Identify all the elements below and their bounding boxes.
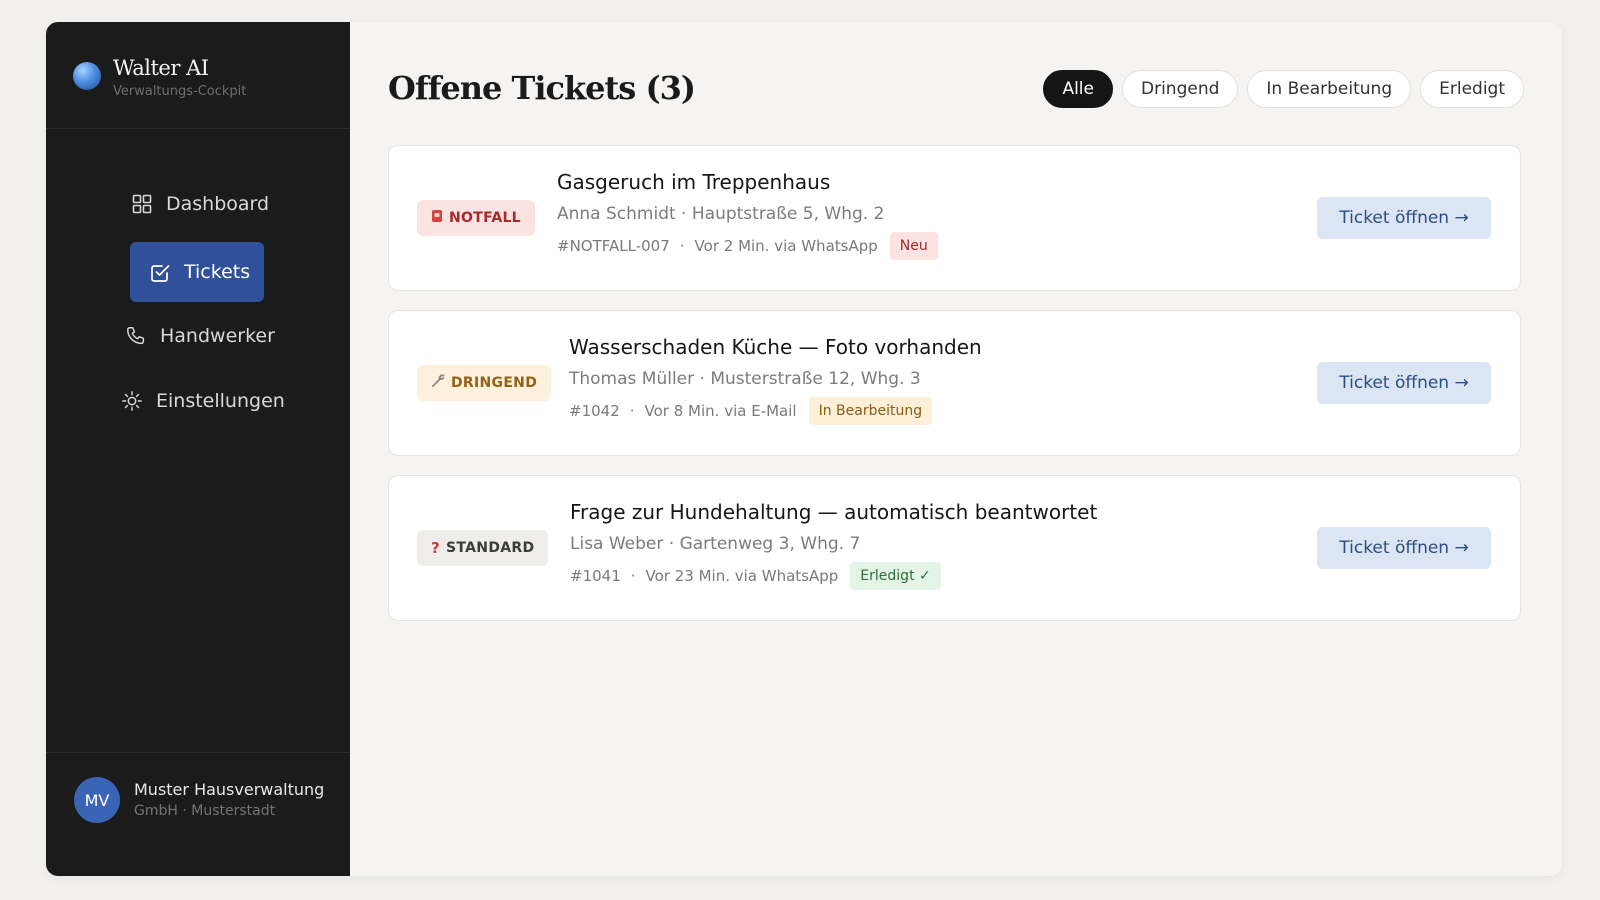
alarm-icon <box>431 209 443 227</box>
sidebar-item-handwerker[interactable]: Handwerker <box>124 306 275 366</box>
priority-badge: NOTFALL <box>417 200 535 236</box>
filter-chip-dringend[interactable]: Dringend <box>1122 70 1239 108</box>
ticket-meta: Lisa Weber · Gartenweg 3, Whg. 7 <box>570 534 861 554</box>
ticket-body: Gasgeruch im Treppenhaus Anna Schmidt · … <box>557 170 938 260</box>
phone-icon <box>124 324 148 348</box>
separator-dot: · <box>629 402 635 420</box>
filter-chip-in-bearbeitung[interactable]: In Bearbeitung <box>1247 70 1412 108</box>
separator-dot: · <box>630 567 636 585</box>
app-window: Walter AI Verwaltungs-Cockpit Dashboard <box>46 22 1562 876</box>
priority-label: STANDARD <box>446 540 535 556</box>
ticket-body: Wasserschaden Küche — Foto vorhanden Tho… <box>569 335 982 425</box>
ticket-meta: Thomas Müller · Musterstraße 12, Whg. 3 <box>569 369 921 389</box>
ticket-id: #1042 <box>569 402 620 420</box>
ticket-footer: #1042 · Vor 8 Min. via E-Mail In Bearbei… <box>569 397 982 425</box>
brand: Walter AI Verwaltungs-Cockpit <box>46 22 350 129</box>
sidebar: Walter AI Verwaltungs-Cockpit Dashboard <box>46 22 350 876</box>
grid-icon <box>130 192 154 216</box>
ticket-footer: #1041 · Vor 23 Min. via WhatsApp Erledig… <box>570 562 1097 590</box>
filter-chip-erledigt[interactable]: Erledigt <box>1420 70 1524 108</box>
ticket-time: Vor 2 Min. via WhatsApp <box>694 237 878 255</box>
ticket-id: #NOTFALL-007 <box>557 237 670 255</box>
brand-subtitle: Verwaltungs-Cockpit <box>113 84 247 99</box>
separator-dot: · <box>679 237 685 255</box>
ticket-meta: Anna Schmidt · Hauptstraße 5, Whg. 2 <box>557 204 885 224</box>
filter-bar: Alle Dringend In Bearbeitung Erledigt <box>1043 70 1524 108</box>
ticket-time: Vor 23 Min. via WhatsApp <box>645 567 839 585</box>
page-title: Offene Tickets (3) <box>388 69 696 107</box>
ticket-card: ? STANDARD Frage zur Hundehaltung — auto… <box>388 475 1521 621</box>
ticket-title: Frage zur Hundehaltung — automatisch bea… <box>570 500 1098 524</box>
sun-gear-icon <box>120 389 144 413</box>
account-panel[interactable]: MV Muster Hausverwaltung GmbH · Musterst… <box>46 752 350 876</box>
question-icon: ? <box>431 539 441 557</box>
status-badge: Neu <box>889 232 938 260</box>
sidebar-item-dashboard[interactable]: Dashboard <box>130 174 269 234</box>
sidebar-item-label: Einstellungen <box>156 390 285 412</box>
ticket-time: Vor 8 Min. via E-Mail <box>644 402 797 420</box>
sidebar-item-label: Tickets <box>184 261 251 283</box>
ticket-title: Wasserschaden Küche — Foto vorhanden <box>569 335 982 359</box>
status-badge: In Bearbeitung <box>808 397 933 425</box>
avatar: MV <box>74 777 120 823</box>
brand-title: Walter AI <box>113 56 209 80</box>
priority-badge: ? STANDARD <box>417 530 549 566</box>
ticket-title: Gasgeruch im Treppenhaus <box>557 170 831 194</box>
wrench-icon <box>431 374 445 392</box>
sidebar-item-label: Handwerker <box>160 325 275 347</box>
ticket-card: DRINGEND Wasserschaden Küche — Foto vorh… <box>388 310 1521 456</box>
ticket-list: NOTFALL Gasgeruch im Treppenhaus Anna Sc… <box>388 145 1521 640</box>
ticket-body: Frage zur Hundehaltung — automatisch bea… <box>570 500 1097 590</box>
check-square-icon <box>148 260 172 284</box>
open-ticket-button[interactable]: Ticket öffnen → <box>1317 527 1491 569</box>
status-badge: Erledigt ✓ <box>850 562 941 590</box>
main-content: Offene Tickets (3) Alle Dringend In Bear… <box>350 22 1562 876</box>
sidebar-item-tickets[interactable]: Tickets <box>130 242 264 302</box>
ticket-card: NOTFALL Gasgeruch im Treppenhaus Anna Sc… <box>388 145 1521 291</box>
ticket-footer: #NOTFALL-007 · Vor 2 Min. via WhatsApp N… <box>557 232 938 260</box>
filter-chip-alle[interactable]: Alle <box>1043 70 1113 108</box>
account-subtitle: GmbH · Musterstadt <box>134 803 276 819</box>
logo-orb-icon <box>73 62 101 90</box>
open-ticket-button[interactable]: Ticket öffnen → <box>1317 197 1491 239</box>
ticket-id: #1041 <box>570 567 621 585</box>
sidebar-item-label: Dashboard <box>166 193 270 215</box>
priority-label: NOTFALL <box>449 210 521 226</box>
priority-badge: DRINGEND <box>417 365 552 401</box>
priority-label: DRINGEND <box>451 375 538 391</box>
open-ticket-button[interactable]: Ticket öffnen → <box>1317 362 1491 404</box>
account-name: Muster Hausverwaltung <box>134 780 325 799</box>
sidebar-item-einstellungen[interactable]: Einstellungen <box>120 371 285 431</box>
